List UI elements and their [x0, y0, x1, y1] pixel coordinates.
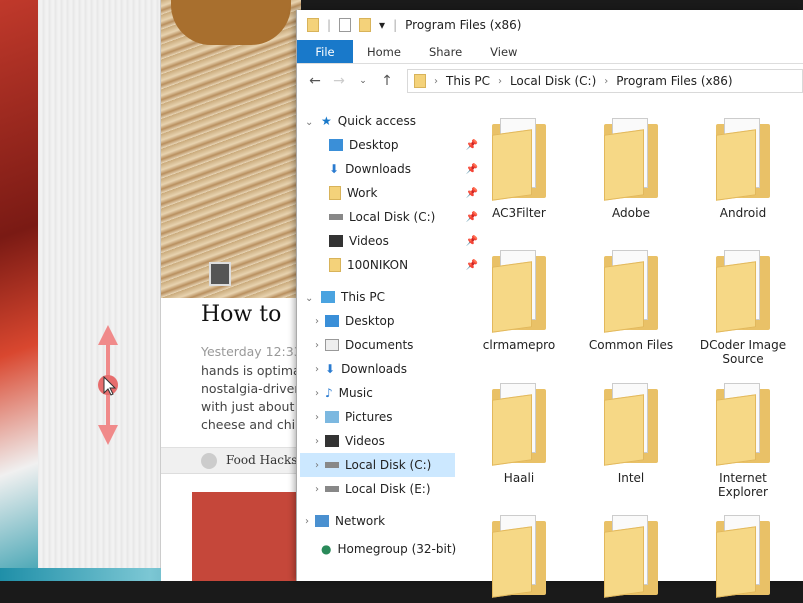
- ribbon-tabs: File Home Share View: [297, 40, 803, 64]
- back-icon[interactable]: ←: [303, 73, 327, 89]
- folder-name: Android: [719, 206, 767, 220]
- article-excerpt: hands is optima nostalgia-driven with just…: [201, 363, 303, 432]
- nav-pc-pictures[interactable]: › Pictures: [315, 405, 470, 429]
- file-explorer-window: | ▾ | Program Files (x86) File Home Share…: [296, 10, 803, 598]
- nav-pc-music[interactable]: › ♪ Music: [315, 381, 470, 405]
- nav-pc-local-disk-c[interactable]: › Local Disk (C:): [300, 453, 455, 477]
- nav-pc-downloads[interactable]: › ⬇ Downloads: [315, 357, 470, 381]
- article-image: [161, 0, 301, 298]
- folder-icon: [716, 118, 770, 201]
- folder-icon: [604, 515, 658, 598]
- drive-icon: [325, 486, 339, 492]
- computer-icon: [321, 291, 335, 303]
- article-title[interactable]: How to: [201, 302, 281, 327]
- nav-pc-local-disk-e[interactable]: › Local Disk (E:): [315, 477, 470, 501]
- folder-icon: [604, 118, 658, 201]
- folder-icon: [716, 515, 770, 598]
- folder-item[interactable]: [469, 515, 569, 603]
- network-icon: [315, 515, 329, 527]
- new-folder-icon[interactable]: [359, 18, 372, 32]
- music-icon: ♪: [325, 386, 333, 400]
- title-bar: | ▾ | Program Files (x86): [297, 10, 803, 40]
- tab-home[interactable]: Home: [353, 40, 415, 63]
- folder-icon: [307, 18, 319, 32]
- address-row: ← → ⌄ ↑ › This PC › Local Disk (C:) › Progr…: [297, 64, 803, 98]
- folder-name: Adobe: [612, 206, 650, 220]
- tag-icon: [201, 453, 217, 469]
- nav-pc-documents[interactable]: › Documents: [315, 333, 470, 357]
- folder-icon: [492, 383, 546, 466]
- videos-icon: [325, 435, 339, 447]
- folder-icon: [716, 383, 770, 466]
- folder-icon: [329, 258, 341, 272]
- download-icon: ⬇: [329, 162, 340, 176]
- videos-icon: [329, 235, 343, 247]
- folder-icon: [414, 74, 426, 88]
- desktop-icon: [325, 315, 339, 327]
- tab-view[interactable]: View: [476, 40, 531, 63]
- breadcrumb-program-files[interactable]: Program Files (x86): [616, 74, 732, 88]
- window-title: Program Files (x86): [405, 18, 522, 32]
- folder-name: Intel: [617, 471, 645, 485]
- web-article: How to Yesterday 12:33 hands is optima no…: [161, 0, 303, 581]
- folder-name: Haali: [503, 471, 535, 485]
- resize-cursor-icon: [98, 325, 118, 445]
- breadcrumb-this-pc[interactable]: This PC: [446, 74, 490, 88]
- nav-pc-videos[interactable]: › Videos: [315, 429, 470, 453]
- desktop-wallpaper: [0, 0, 40, 581]
- nav-homegroup[interactable]: ● Homegroup (32-bit): [321, 537, 476, 561]
- folder-icon: [716, 250, 770, 333]
- breadcrumb-local-disk[interactable]: Local Disk (C:): [510, 74, 596, 88]
- article-meta: Yesterday 12:33: [201, 344, 302, 359]
- nav-network[interactable]: › Network: [305, 509, 460, 533]
- nav-quick-access[interactable]: ★ Quick access: [321, 109, 476, 133]
- recent-chevron-icon[interactable]: ⌄: [351, 76, 375, 86]
- customize-toolbar-icon[interactable]: ▾: [379, 18, 385, 32]
- folder-item[interactable]: [581, 515, 681, 603]
- folder-name: clrmamepro: [482, 338, 556, 352]
- pictures-icon: [325, 411, 339, 423]
- tab-share[interactable]: Share: [415, 40, 476, 63]
- folder-icon: [329, 186, 341, 200]
- folder-item[interactable]: DCoder Image Source: [693, 250, 793, 366]
- nav-pc-desktop[interactable]: › Desktop: [315, 309, 470, 333]
- tab-file[interactable]: File: [297, 40, 353, 63]
- folder-name: Internet Explorer: [718, 471, 768, 499]
- drive-icon: [325, 462, 339, 468]
- drive-icon: [329, 214, 343, 220]
- properties-icon[interactable]: [339, 18, 352, 32]
- folder-icon: [604, 383, 658, 466]
- folder-name: DCoder Image Source: [699, 338, 787, 366]
- folder-icon: [492, 118, 546, 201]
- star-icon: ★: [321, 114, 332, 128]
- forward-icon[interactable]: →: [327, 73, 351, 89]
- folder-item[interactable]: Android: [693, 118, 793, 220]
- folder-item[interactable]: AC3Filter: [469, 118, 569, 220]
- folder-icon: [492, 250, 546, 333]
- folder-name: AC3Filter: [492, 206, 546, 220]
- next-article-image[interactable]: [192, 492, 302, 581]
- folder-item[interactable]: Haali: [469, 383, 569, 485]
- up-icon[interactable]: ↑: [375, 73, 399, 89]
- nav-this-pc[interactable]: This PC: [321, 285, 476, 309]
- navigation-pane: ⌄ ★ Quick access Desktop 📌 ⬇ Downloads 📌 Wor…: [297, 100, 478, 581]
- download-icon: ⬇: [325, 362, 336, 376]
- folder-item[interactable]: Internet Explorer: [693, 383, 793, 499]
- desktop-icon: [329, 139, 343, 151]
- folder-item[interactable]: Intel: [581, 383, 681, 485]
- folder-item[interactable]: clrmamepro: [469, 250, 569, 352]
- folder-item[interactable]: Adobe: [581, 118, 681, 220]
- article-tag[interactable]: Food Hacks: [161, 447, 301, 474]
- folder-icon: [492, 515, 546, 598]
- address-bar[interactable]: › This PC › Local Disk (C:) › Program Files…: [407, 69, 803, 93]
- folder-item[interactable]: [693, 515, 793, 603]
- file-list: AC3Filter Adobe Android clrmamepro Common Fi…: [455, 100, 803, 598]
- homegroup-icon: ●: [321, 542, 332, 556]
- folder-name: Common Files: [588, 338, 674, 352]
- documents-icon: [325, 339, 339, 351]
- side-panel: [38, 0, 161, 568]
- author-avatar[interactable]: [209, 262, 231, 286]
- folder-icon: [604, 250, 658, 333]
- folder-item[interactable]: Common Files: [581, 250, 681, 352]
